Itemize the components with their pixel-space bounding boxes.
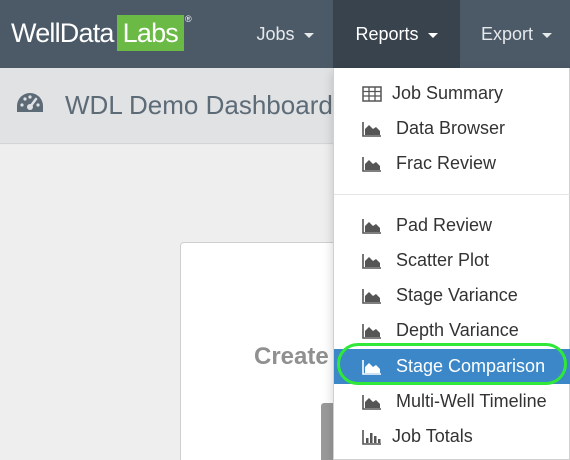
menu-item-multi-well-timeline[interactable]: Multi-Well Timeline	[334, 384, 570, 419]
bar-chart-icon	[362, 429, 381, 445]
menu-item-job-summary[interactable]: Job Summary	[334, 76, 570, 111]
menu-item-label: Multi-Well Timeline	[396, 391, 547, 411]
menu-item-label: Job Totals	[392, 426, 473, 446]
welldatalabs-logo[interactable]: WellData Labs ®	[11, 14, 192, 51]
menu-item-job-totals[interactable]: Job Totals	[334, 419, 570, 454]
menu-divider	[334, 194, 570, 195]
caret-down-icon	[542, 32, 553, 38]
area-chart-icon	[362, 218, 381, 234]
top-navbar: WellData Labs ® Jobs Reports Export	[0, 0, 570, 68]
menu-item-label: Job Summary	[392, 83, 504, 103]
menu-item-stage-variance[interactable]: Stage Variance	[334, 278, 570, 313]
menu-item-label: Scatter Plot	[396, 250, 490, 270]
nav-jobs-menu[interactable]: Jobs	[237, 0, 333, 68]
menu-item-frac-review[interactable]: Frac Review	[334, 146, 570, 181]
caret-down-icon	[427, 32, 438, 38]
logo-text-welldata: WellData	[11, 18, 114, 48]
menu-item-depth-variance[interactable]: Depth Variance	[334, 313, 570, 348]
caret-down-icon	[303, 32, 314, 38]
area-chart-icon	[362, 359, 381, 375]
nav-export-menu[interactable]: Export	[460, 0, 570, 68]
page-title: WDL Demo Dashboard	[65, 90, 333, 120]
dashboard-gauge-icon	[17, 93, 43, 112]
menu-item-scatter-plot[interactable]: Scatter Plot	[334, 243, 570, 278]
nav-jobs-label: Jobs	[256, 23, 295, 44]
area-chart-icon	[362, 121, 381, 137]
menu-item-pad-review[interactable]: Pad Review	[334, 208, 570, 243]
area-chart-icon	[362, 156, 381, 172]
area-chart-icon	[362, 288, 381, 304]
menu-item-label: Pad Review	[396, 215, 493, 235]
create-card-title: Create	[254, 343, 329, 370]
area-chart-icon	[362, 394, 381, 410]
menu-item-label: Frac Review	[396, 153, 497, 173]
menu-item-label: Stage Variance	[396, 285, 518, 305]
menu-item-label: Depth Variance	[396, 320, 519, 340]
menu-item-stage-comparison[interactable]: Stage Comparison	[334, 349, 570, 384]
area-chart-icon	[362, 323, 381, 339]
nav-reports-menu[interactable]: Reports	[333, 0, 460, 68]
area-chart-icon	[362, 253, 381, 269]
table-icon	[362, 85, 382, 102]
menu-item-label: Data Browser	[396, 118, 506, 138]
reports-dropdown-menu: Job Summary Data Browser Frac Review Pad…	[333, 68, 570, 460]
nav-export-label: Export	[481, 23, 534, 44]
menu-item-data-browser[interactable]: Data Browser	[334, 111, 570, 146]
menu-item-label: Stage Comparison	[396, 356, 546, 376]
logo-text-labs: Labs	[116, 15, 185, 51]
logo-registered-mark: ®	[185, 14, 192, 24]
nav-reports-label: Reports	[355, 23, 419, 44]
